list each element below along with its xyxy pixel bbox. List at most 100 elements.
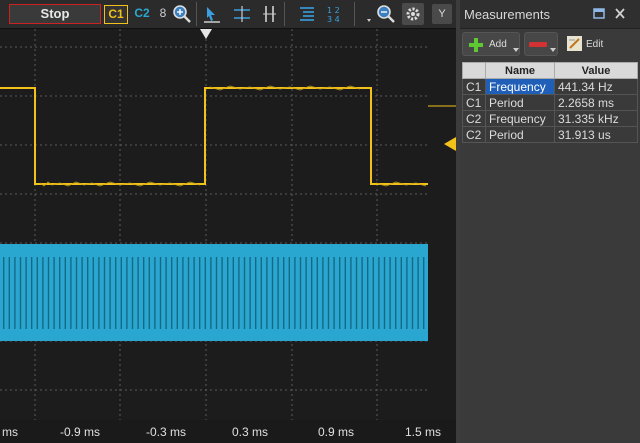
column-header-channel[interactable] xyxy=(462,62,486,79)
c2-pulse-gap xyxy=(243,257,246,329)
c2-pulse-gap xyxy=(14,257,16,329)
add-measurement-button[interactable]: Add xyxy=(462,32,520,56)
toolbar-separator xyxy=(354,2,355,26)
x-tick-label: -0.3 ms xyxy=(146,425,187,439)
c2-pulse-gap xyxy=(176,257,178,329)
oscilloscope-plot[interactable] xyxy=(0,29,428,420)
measurement-row[interactable]: C1 Frequency 441.34 Hz xyxy=(462,78,638,95)
measurement-row[interactable]: C1 Period 2.2658 ms xyxy=(462,94,638,111)
channel-more-button[interactable]: 8 xyxy=(157,5,169,24)
c2-pulse-gap xyxy=(232,257,234,329)
remove-measurement-button[interactable] xyxy=(524,32,558,56)
c2-pulse-gap xyxy=(126,257,128,329)
c2-pulse-gap xyxy=(294,257,296,329)
measurement-name: Period xyxy=(485,94,555,111)
c2-pulse-gap xyxy=(98,257,100,329)
x-tick-label: 0.9 ms xyxy=(318,425,355,439)
c2-pulse-gap xyxy=(92,257,94,329)
c2-pulse-gap xyxy=(131,257,134,329)
c2-pulse-gap xyxy=(165,257,167,329)
measurements-panel: Measurements Add Edit Name Value C1 Freq… xyxy=(460,0,640,443)
channel-1-button[interactable]: C1 xyxy=(104,5,128,24)
c2-pulse-gap xyxy=(8,257,10,329)
measurement-value: 2.2658 ms xyxy=(554,94,638,111)
c2-pulse-gap xyxy=(53,257,55,329)
c2-pulse-gap xyxy=(25,257,27,329)
measurement-row[interactable]: C2 Frequency 31.335 kHz xyxy=(462,110,638,127)
toolbar-separator xyxy=(284,2,285,26)
measurement-row[interactable]: C2 Period 31.913 us xyxy=(462,126,638,143)
trigger-level-marker[interactable] xyxy=(444,137,456,151)
x-tick-label: 1.5 ms xyxy=(405,425,442,439)
x-tick-label: -0.9 ms xyxy=(60,425,101,439)
column-header-name[interactable]: Name xyxy=(485,62,555,79)
c2-pulse-gap xyxy=(288,257,290,329)
c2-pulse-gap xyxy=(299,257,302,329)
edit-label: Edit xyxy=(586,39,604,50)
numbers-icon[interactable]: 1 2 3 4 xyxy=(324,3,346,25)
zoom-search-icon[interactable] xyxy=(375,3,397,25)
horizontal-cursors-icon[interactable] xyxy=(231,3,253,25)
column-header-value[interactable]: Value xyxy=(554,62,638,79)
c2-pulse-gap xyxy=(70,257,72,329)
vertical-cursors-icon[interactable] xyxy=(258,3,280,25)
c2-pulse-gap xyxy=(159,257,162,329)
c2-pulse-gap xyxy=(423,257,425,329)
c2-pulse-gap xyxy=(417,257,419,329)
c1-noise xyxy=(39,85,427,187)
edit-pencil-icon xyxy=(567,36,582,51)
zoom-icon[interactable] xyxy=(171,3,193,25)
c2-pulse-gap xyxy=(215,257,218,329)
c2-pulse-gap xyxy=(339,257,341,329)
c2-pwm-signal xyxy=(0,244,428,341)
c2-pulse-gap xyxy=(372,257,374,329)
measurement-value: 441.34 Hz xyxy=(554,78,638,95)
settings-gear-icon[interactable] xyxy=(402,3,424,25)
c2-pulse-gap xyxy=(137,257,139,329)
c2-pulse-gap xyxy=(266,257,268,329)
c2-pulse-gap xyxy=(148,257,150,329)
c2-pulse-gap xyxy=(238,257,240,329)
c2-pulse-gap xyxy=(103,257,106,329)
c2-pulse-gap xyxy=(271,257,274,329)
c2-pulse-gap xyxy=(154,257,156,329)
c2-pulse-gap xyxy=(260,257,262,329)
c2-pulse-gap xyxy=(355,257,358,329)
channel-2-button[interactable]: C2 xyxy=(130,5,154,24)
c1-square-wave xyxy=(0,87,428,185)
c2-pulse-gap xyxy=(182,257,184,329)
minus-icon xyxy=(529,42,547,47)
edit-measurement-button[interactable]: Edit xyxy=(564,32,612,56)
panel-header: Measurements xyxy=(460,0,640,29)
c2-pulse-gap xyxy=(221,257,223,329)
c2-pulse-gap xyxy=(64,257,66,329)
restore-window-icon[interactable] xyxy=(593,8,605,19)
list-icon[interactable] xyxy=(296,3,318,25)
c2-pulse-gap xyxy=(75,257,78,329)
table-header-row: Name Value xyxy=(462,62,638,79)
measurements-table: Name Value C1 Frequency 441.34 Hz C1 Period 2… xyxy=(462,62,638,143)
c2-pulse-gap xyxy=(3,257,5,329)
c2-pulse-gap xyxy=(411,257,414,329)
stop-button[interactable]: Stop xyxy=(9,4,101,24)
cursor-icon[interactable] xyxy=(201,3,223,25)
c2-pulse-gap xyxy=(367,257,369,329)
c2-pulse-gap xyxy=(311,257,313,329)
measurement-name: Period xyxy=(485,126,555,143)
c2-pulse-gap xyxy=(383,257,386,329)
c2-signal-band xyxy=(0,244,428,341)
c2-pulse-gap xyxy=(143,257,145,329)
c2-pulse-gap xyxy=(227,257,229,329)
close-panel-icon[interactable] xyxy=(614,8,626,19)
y-axis-button[interactable]: Y xyxy=(432,4,452,24)
c2-pulse-gap xyxy=(283,257,285,329)
c2-pulse-gap xyxy=(395,257,397,329)
x-tick-label: ms xyxy=(2,425,18,439)
measurement-channel: C1 xyxy=(462,94,486,111)
measurement-channel: C2 xyxy=(462,110,486,127)
trigger-position-marker[interactable] xyxy=(200,29,212,39)
measurement-value: 31.335 kHz xyxy=(554,110,638,127)
c2-pulse-gap xyxy=(277,257,279,329)
measurement-value: 31.913 us xyxy=(554,126,638,143)
x-tick-label: 0.3 ms xyxy=(232,425,269,439)
